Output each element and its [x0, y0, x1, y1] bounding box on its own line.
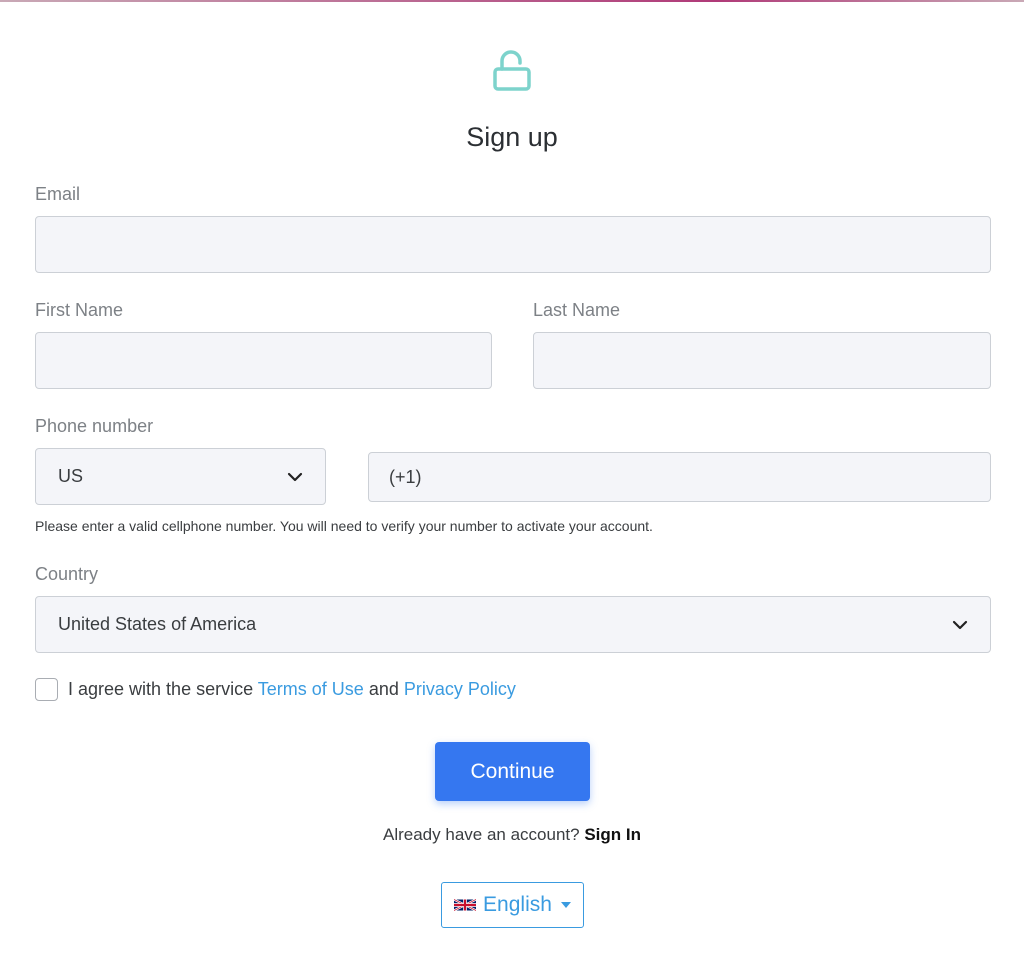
country-value: United States of America: [58, 614, 257, 634]
terms-of-use-link[interactable]: Terms of Use: [258, 679, 364, 699]
top-accent-line: [0, 0, 1024, 2]
already-have-account-text: Already have an account?: [383, 825, 580, 844]
chevron-down-icon: [952, 620, 968, 629]
uk-flag-icon: [454, 898, 477, 912]
country-select[interactable]: United States of America: [35, 596, 991, 653]
phone-label: Phone number: [35, 416, 154, 436]
continue-button[interactable]: Continue: [435, 742, 590, 801]
email-label: Email: [35, 184, 81, 204]
unlocked-lock-icon: [493, 50, 531, 91]
first-name-input[interactable]: [35, 332, 492, 389]
email-input[interactable]: [35, 216, 991, 273]
language-label: English: [483, 893, 552, 916]
last-name-label: Last Name: [533, 300, 621, 320]
phone-country-value: US: [58, 466, 84, 486]
first-name-label: First Name: [35, 300, 124, 320]
last-name-input[interactable]: [533, 332, 991, 389]
country-label: Country: [35, 564, 99, 584]
and-text: and: [368, 679, 399, 699]
agree-text: I agree with the service Terms of Use an…: [68, 679, 516, 700]
language-selector[interactable]: English: [441, 882, 584, 928]
chevron-down-icon: [287, 472, 303, 481]
phone-input[interactable]: [368, 452, 991, 502]
agree-checkbox[interactable]: [35, 678, 58, 701]
privacy-policy-link[interactable]: Privacy Policy: [404, 679, 516, 699]
signin-prompt: Already have an account? Sign In: [0, 825, 1024, 845]
sign-in-link[interactable]: Sign In: [584, 825, 641, 844]
caret-down-icon: [560, 902, 571, 908]
phone-country-select[interactable]: US: [35, 448, 326, 505]
agree-label: I agree with the service: [68, 679, 254, 699]
page-title: Sign up: [466, 122, 558, 152]
phone-help-text: Please enter a valid cellphone number. Y…: [35, 518, 653, 534]
